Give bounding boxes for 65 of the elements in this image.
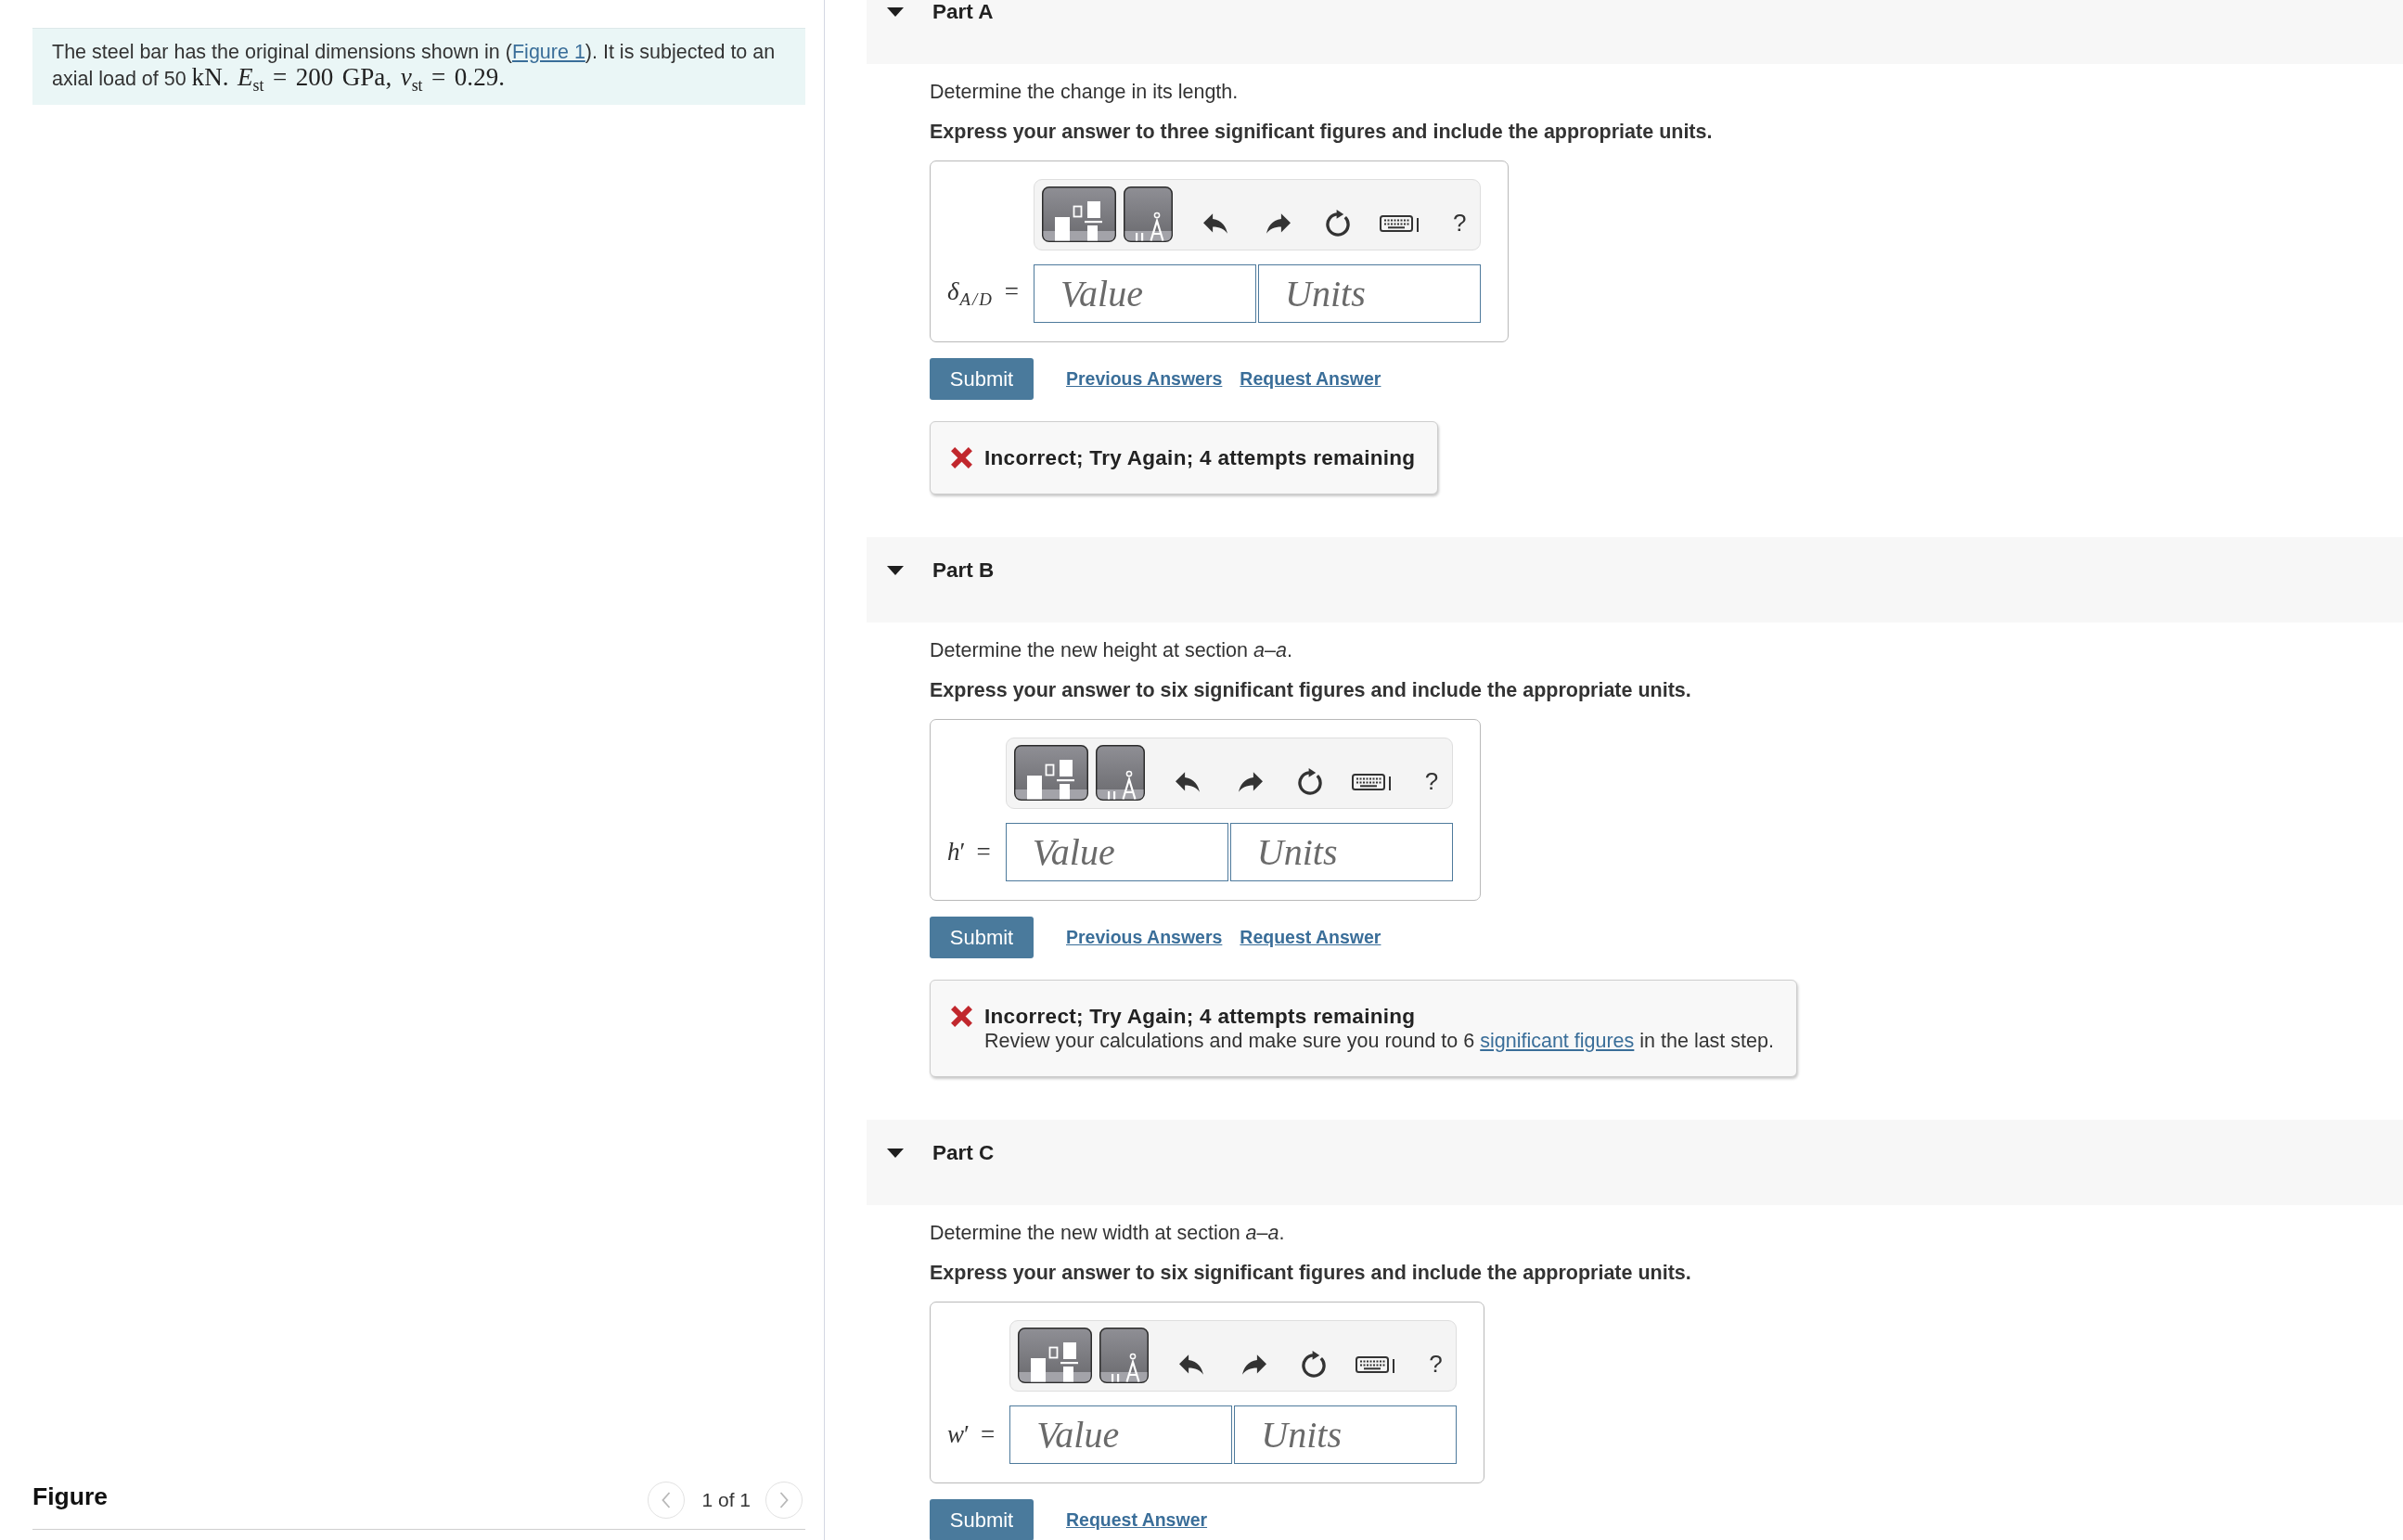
- significant-figures-link[interactable]: significant figures: [1480, 1030, 1635, 1052]
- problem-statement: The steel bar has the original dimensions shown in (Figure 1). It is subjected to an axial load of 50 kN. E$_{st}$ = 200 GPa, ν$_{st}$ = 0.29.: [52, 40, 777, 92]
- answer-link[interactable]: Request Answer: [1240, 927, 1381, 948]
- question-prompt: Determine the change in its length.: [930, 80, 1240, 104]
- units-field[interactable]: Units: [1234, 1405, 1458, 1464]
- keyboard-icon[interactable]: [1356, 1355, 1396, 1373]
- units-template-icon[interactable]: [1124, 186, 1174, 242]
- feedback-title: Incorrect; Try Again; 4 attempts remaining: [984, 445, 1416, 470]
- question-prompt: Determine the new width at section a–a.: [930, 1221, 1286, 1245]
- answer-instruction: Express your answer to six significant figures and include the appropriate units.: [930, 678, 1692, 702]
- answer-instruction: Express your answer to three significant figures and include the appropriate units.: [930, 120, 1714, 144]
- cross-icon: [951, 447, 972, 468]
- answer-instruction: Express your answer to six significant figures and include the appropriate units.: [930, 1261, 1692, 1285]
- answer-link[interactable]: Request Answer: [1066, 1509, 1208, 1531]
- answer-link[interactable]: Request Answer: [1240, 368, 1381, 390]
- submit-button[interactable]: Submit: [930, 917, 1034, 958]
- units-template-icon[interactable]: [1099, 1328, 1150, 1383]
- cross-icon: [951, 1006, 972, 1027]
- redo-icon[interactable]: [1242, 1354, 1267, 1375]
- figure-counter: 1 of 1: [701, 1489, 751, 1511]
- feedback-detail: Review your calculations and make sure you round to 6 significant figures in the last step.: [984, 1029, 1774, 1053]
- answer-link[interactable]: Previous Answers: [1066, 368, 1223, 390]
- question-prompt: Determine the new height at section a–a.: [930, 638, 1293, 662]
- figure-link[interactable]: Figure 1: [511, 41, 585, 63]
- value-field[interactable]: Value: [1005, 823, 1228, 881]
- keyboard-icon[interactable]: [1380, 214, 1420, 232]
- units-field[interactable]: Units: [1229, 823, 1453, 881]
- help-control[interactable]: ?: [1424, 768, 1439, 794]
- reset-icon[interactable]: [1326, 210, 1351, 237]
- fraction-template-icon[interactable]: [1042, 186, 1117, 242]
- part-header[interactable]: Part A: [867, 0, 2403, 64]
- undo-icon[interactable]: [1175, 772, 1200, 792]
- redo-icon[interactable]: [1266, 213, 1291, 234]
- part-title: Part B: [932, 559, 995, 582]
- undo-icon[interactable]: [1179, 1354, 1204, 1375]
- help-control[interactable]: ?: [1429, 1351, 1443, 1377]
- triangle-icon[interactable]: [887, 566, 904, 575]
- keyboard-icon[interactable]: [1351, 773, 1392, 790]
- answer-variable-label: δ$_{A/D}$ =: [947, 276, 1020, 311]
- redo-icon[interactable]: [1238, 772, 1263, 792]
- help-control[interactable]: ?: [1453, 210, 1467, 236]
- reset-icon[interactable]: [1297, 768, 1322, 795]
- submit-button[interactable]: Submit: [930, 1499, 1034, 1540]
- submit-button[interactable]: Submit: [930, 358, 1034, 400]
- fraction-template-icon[interactable]: [1013, 745, 1088, 801]
- units-template-icon[interactable]: [1095, 745, 1145, 801]
- part-title: Part C: [932, 1142, 995, 1164]
- chevron-left-icon: [662, 1492, 672, 1508]
- answer-variable-label: h′ =: [947, 838, 991, 866]
- part-header[interactable]: Part B: [867, 537, 2403, 622]
- chevron-right-icon: [779, 1492, 789, 1508]
- undo-icon[interactable]: [1203, 213, 1228, 234]
- triangle-icon[interactable]: [887, 1149, 904, 1158]
- answer-variable-label: w′ =: [947, 1420, 996, 1449]
- triangle-icon[interactable]: [887, 7, 904, 17]
- value-field[interactable]: Value: [1034, 264, 1257, 323]
- units-field[interactable]: Units: [1258, 264, 1482, 323]
- value-field[interactable]: Value: [1009, 1405, 1233, 1464]
- part-header[interactable]: Part C: [867, 1120, 2403, 1205]
- feedback-title: Incorrect; Try Again; 4 attempts remaining: [984, 1004, 1417, 1029]
- fraction-template-icon[interactable]: [1018, 1328, 1093, 1383]
- answer-link[interactable]: Previous Answers: [1066, 927, 1223, 948]
- part-title: Part A: [932, 1, 994, 23]
- figure-heading: Figure: [32, 1482, 108, 1511]
- reset-icon[interactable]: [1302, 1351, 1327, 1378]
